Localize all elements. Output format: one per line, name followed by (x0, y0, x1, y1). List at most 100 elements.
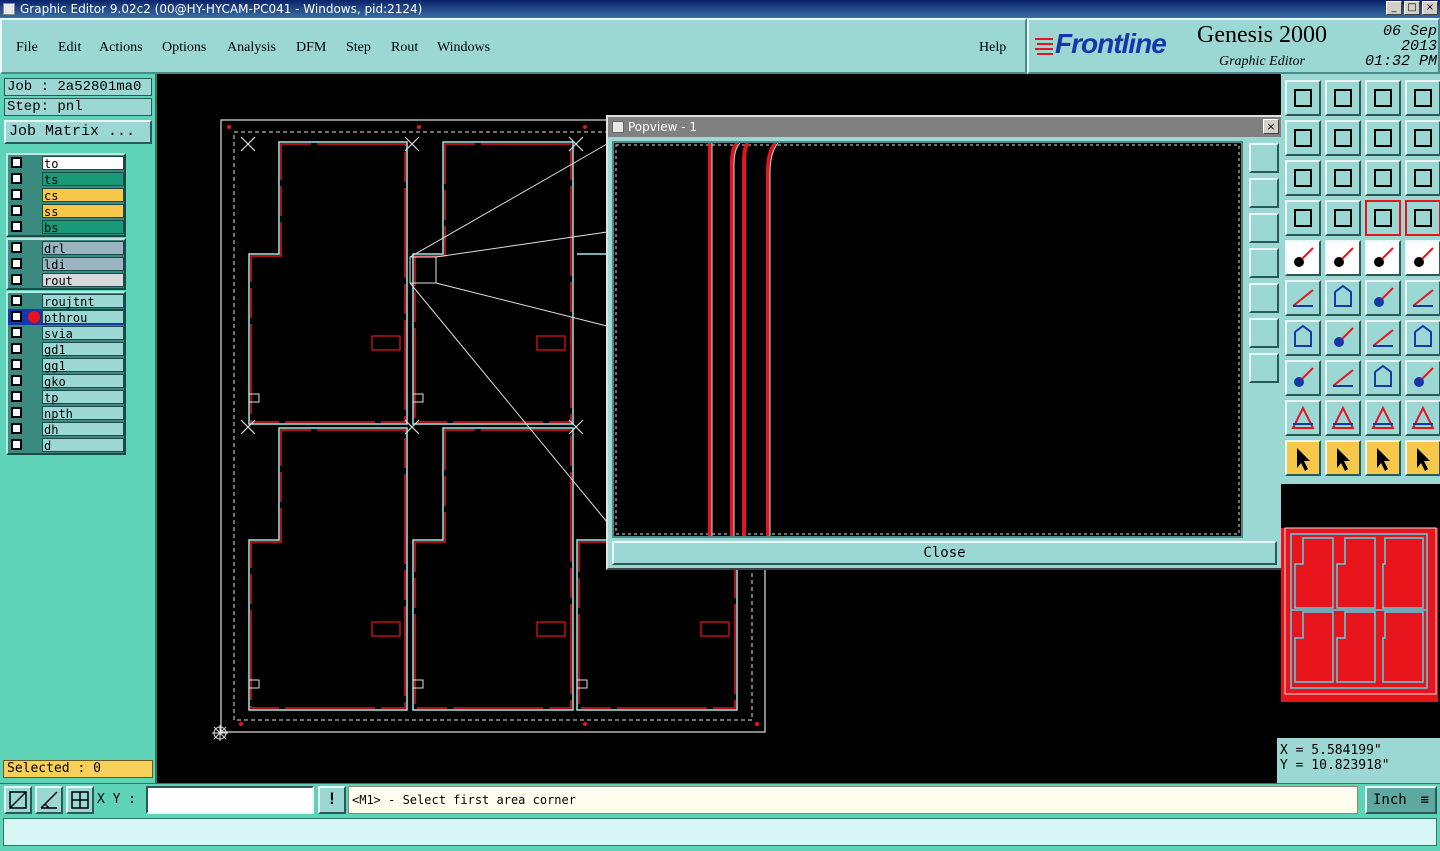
resize-icon[interactable] (1365, 360, 1401, 396)
minimize-button[interactable]: _ (1386, 1, 1402, 15)
layer-name[interactable]: ldi (42, 257, 124, 272)
menu-file[interactable]: File (16, 40, 38, 56)
layer-row-ss[interactable]: ss (8, 203, 124, 219)
pad-red-icon[interactable] (1285, 360, 1321, 396)
menu-windows[interactable]: Windows (437, 40, 490, 56)
layer-snap-icon[interactable] (1365, 200, 1401, 236)
pv-pan-up-icon[interactable] (1249, 178, 1279, 208)
cursor-select-icon[interactable] (1325, 440, 1361, 476)
xy-input[interactable] (146, 786, 314, 814)
triangle-cross-icon[interactable] (1405, 400, 1440, 436)
layer-name[interactable]: gd1 (42, 342, 124, 357)
menu-actions[interactable]: Actions (99, 40, 143, 56)
layer-row-roujtnt[interactable]: roujtnt (8, 293, 124, 309)
layer-name[interactable]: svia (42, 326, 124, 341)
menu-edit[interactable]: Edit (58, 40, 81, 56)
pv-zoom-fit-icon[interactable] (1249, 318, 1279, 348)
layer-name[interactable]: cs (42, 188, 124, 203)
layer-checkbox[interactable] (11, 295, 22, 306)
ruler-icon[interactable] (1365, 240, 1401, 276)
layer-checkbox[interactable] (11, 423, 22, 434)
layer-name[interactable]: gg1 (42, 358, 124, 373)
cursor-route-icon[interactable] (1405, 440, 1440, 476)
layer-row-bs[interactable]: bs (8, 219, 124, 235)
triangle-arch-icon[interactable] (1365, 400, 1401, 436)
job-matrix-button[interactable]: Job Matrix ... (4, 120, 152, 144)
popview-close-button[interactable]: Close (612, 541, 1277, 565)
layer-row-d[interactable]: d (8, 437, 124, 453)
layer-checkbox[interactable] (11, 221, 22, 232)
layer-row-ldi[interactable]: ldi (8, 256, 124, 272)
layer-checkbox[interactable] (11, 407, 22, 418)
window-split-icon[interactable] (1405, 80, 1440, 116)
menu-options[interactable]: Options (162, 40, 206, 56)
pad-icon[interactable] (1405, 240, 1440, 276)
layer-name[interactable]: pthrou (42, 310, 124, 325)
menu-analysis[interactable]: Analysis (227, 40, 276, 56)
overview-map[interactable] (1281, 484, 1440, 738)
move-right-icon[interactable] (1325, 120, 1361, 156)
maximize-button[interactable]: □ (1404, 1, 1420, 15)
help-icon[interactable] (1405, 160, 1440, 196)
pv-zoom-out-icon[interactable] (1249, 353, 1279, 383)
layer-checkbox[interactable] (11, 173, 22, 184)
pv-pan-down-icon[interactable] (1249, 213, 1279, 243)
layer-name[interactable]: drl (42, 241, 124, 256)
layer-checkbox[interactable] (11, 157, 22, 168)
layer-row-gg1[interactable]: gg1 (8, 357, 124, 373)
layer-checkbox[interactable] (11, 205, 22, 216)
menu-dfm[interactable]: DFM (296, 40, 326, 56)
layer-row-gd1[interactable]: gd1 (8, 341, 124, 357)
layer-name[interactable]: dh (42, 422, 124, 437)
pan-icon[interactable] (1325, 160, 1361, 196)
layer-name[interactable]: roujtnt (42, 294, 124, 309)
close-window-button[interactable]: × (1422, 1, 1438, 15)
cursor-box-icon[interactable] (1365, 440, 1401, 476)
units-selector[interactable]: Inch ≡ (1365, 786, 1437, 814)
layer-name[interactable]: rout (42, 273, 124, 288)
connect-red-icon[interactable] (1405, 280, 1440, 316)
menu-step[interactable]: Step (346, 40, 371, 56)
alert-icon[interactable]: ! (318, 786, 346, 814)
home-icon[interactable] (1365, 80, 1401, 116)
menu-help[interactable]: Help (979, 40, 1006, 56)
line-red-icon[interactable] (1325, 320, 1361, 356)
layer-name[interactable]: to (42, 156, 124, 171)
move-left-icon[interactable] (1285, 120, 1321, 156)
layer-name[interactable]: d (42, 438, 124, 453)
pv-pan-right-icon[interactable] (1249, 283, 1279, 313)
layer-checkbox[interactable] (11, 189, 22, 200)
layer-row-tp[interactable]: tp (8, 389, 124, 405)
layer-row-to[interactable]: to (8, 155, 124, 171)
layer-row-rout[interactable]: rout (8, 272, 124, 288)
layer-row-npth[interactable]: npth (8, 405, 124, 421)
layer-snap2-icon[interactable] (1405, 200, 1440, 236)
layer-row-ts[interactable]: ts (8, 171, 124, 187)
layer-name[interactable]: ss (42, 204, 124, 219)
layer-checkbox[interactable] (11, 242, 22, 253)
snap-icon[interactable] (4, 786, 32, 814)
angle-icon[interactable] (1285, 320, 1321, 356)
scale-1-2-icon[interactable] (1365, 160, 1401, 196)
triangle-blue-icon[interactable] (1325, 400, 1361, 436)
home-up-icon[interactable] (1285, 80, 1321, 116)
layer-row-dh[interactable]: dh (8, 421, 124, 437)
grid-icon[interactable] (1325, 200, 1361, 236)
layer-checkbox[interactable] (11, 375, 22, 386)
split-icon[interactable] (1325, 360, 1361, 396)
layer-checkbox[interactable] (11, 359, 22, 370)
connect-icon[interactable] (1365, 280, 1401, 316)
layer-name[interactable]: npth (42, 406, 124, 421)
popview-titlebar[interactable]: Popview - 1 × (608, 117, 1281, 137)
popview-canvas[interactable] (612, 141, 1243, 538)
layer-checkbox[interactable] (11, 311, 22, 322)
popview-close-icon[interactable]: × (1263, 119, 1279, 134)
layer-name[interactable]: gko (42, 374, 124, 389)
layer-checkbox[interactable] (11, 343, 22, 354)
layer-checkbox[interactable] (11, 258, 22, 269)
layer-row-gko[interactable]: gko (8, 373, 124, 389)
layer-row-drl[interactable]: drl (8, 240, 124, 256)
layer-row-svia[interactable]: svia (8, 325, 124, 341)
select-net-icon[interactable] (1285, 280, 1321, 316)
grid-icon[interactable] (66, 786, 94, 814)
